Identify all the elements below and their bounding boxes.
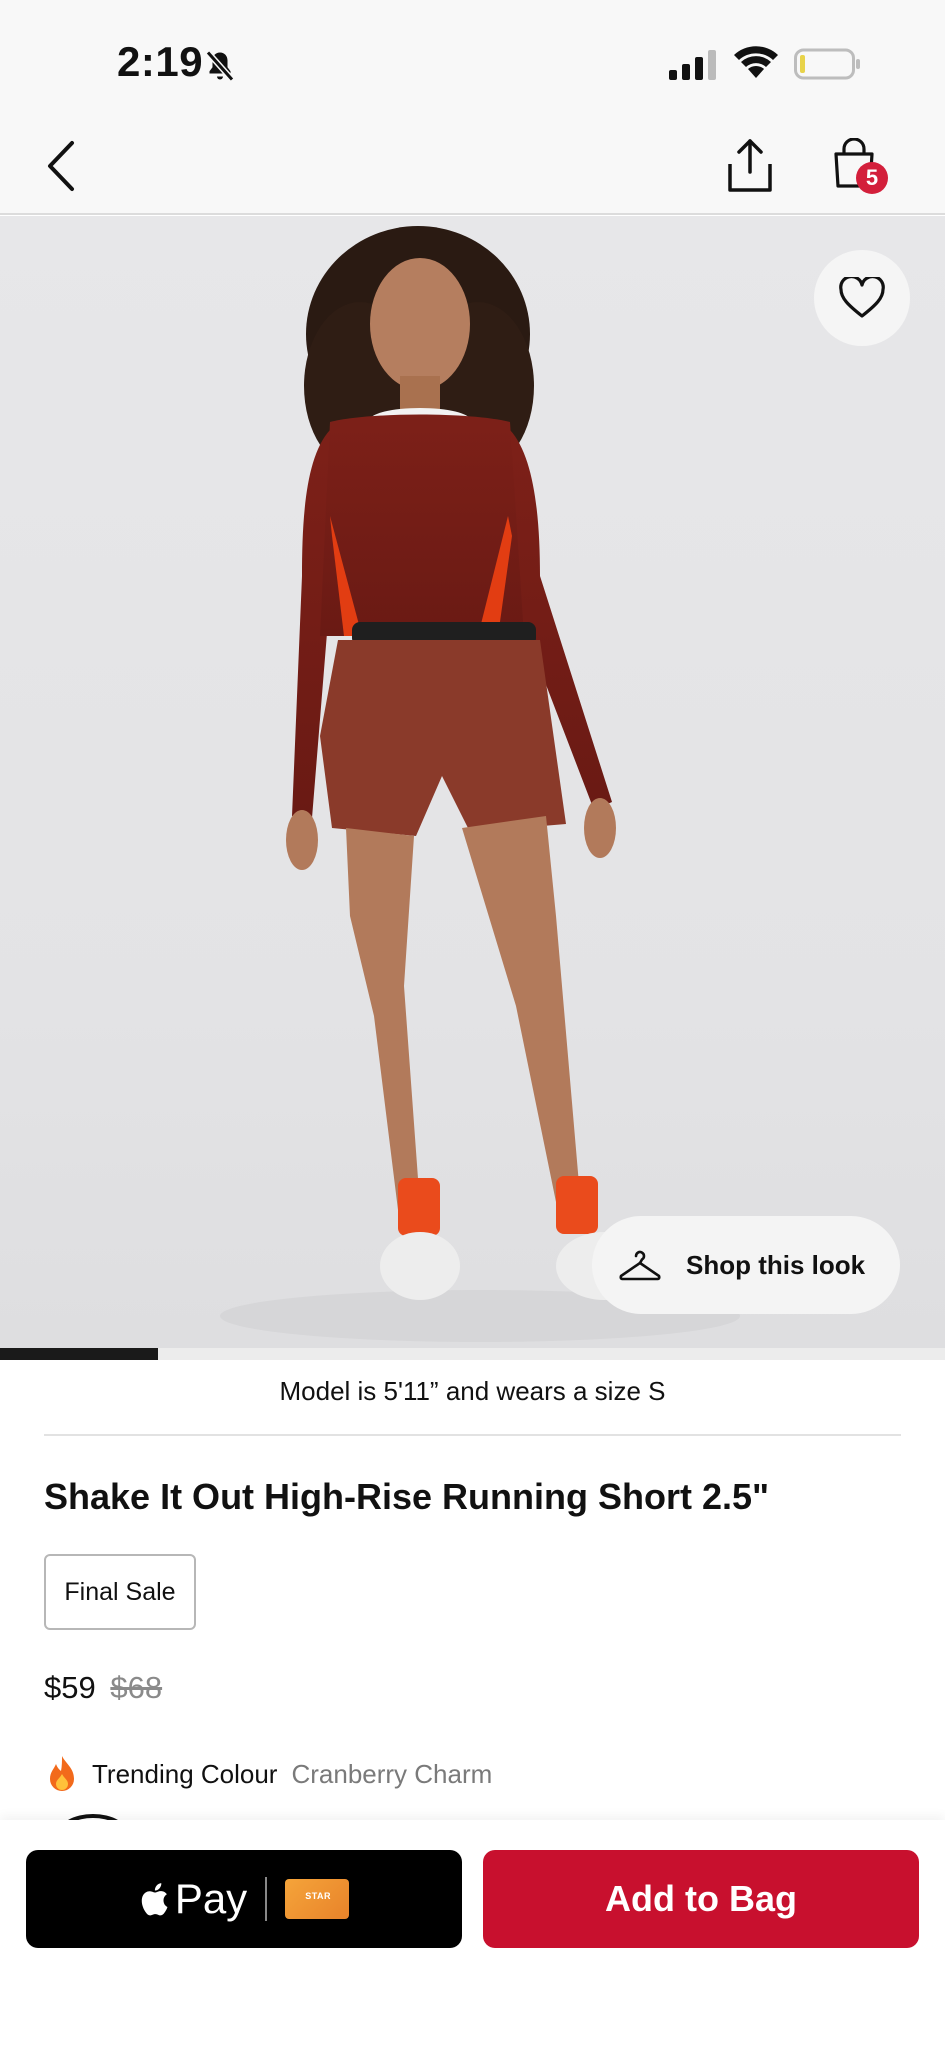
shop-this-look-button[interactable]: Shop this look xyxy=(592,1216,900,1314)
product-photo xyxy=(220,226,740,1342)
flame-icon xyxy=(50,1756,74,1791)
carousel-progress xyxy=(0,1348,945,1360)
cellular-signal-icon xyxy=(669,50,716,80)
bottom-action-bar: Pay STAR Add to Bag xyxy=(0,1820,945,2048)
apple-pay-button[interactable]: Pay STAR xyxy=(26,1850,462,1948)
status-bar: 2:19 xyxy=(0,0,945,120)
shopping-bag-button[interactable]: 5 xyxy=(830,134,890,198)
heart-outline-icon xyxy=(839,277,885,318)
bag-count-badge: 5 xyxy=(856,162,888,194)
share-button[interactable] xyxy=(720,134,780,198)
wishlist-button[interactable] xyxy=(814,250,910,346)
model-note: Model is 5'11” and wears a size S xyxy=(279,1376,666,1406)
back-button[interactable] xyxy=(36,136,86,196)
product-title: Shake It Out High-Rise Running Short 2.5… xyxy=(44,1476,770,1517)
apple-logo-icon xyxy=(141,1883,168,1916)
bell-slash-icon xyxy=(205,50,235,82)
final-sale-badge: Final Sale xyxy=(44,1554,196,1630)
card-thumb-text: STAR xyxy=(305,1891,332,1901)
chevron-left-icon xyxy=(48,141,74,191)
share-icon xyxy=(728,139,772,192)
shop-this-look-label: Shop this look xyxy=(686,1249,866,1280)
trending-colour-label: Trending Colour xyxy=(92,1758,278,1789)
add-to-bag-button[interactable]: Add to Bag xyxy=(483,1850,919,1948)
status-time: 2:19 xyxy=(117,38,204,85)
wifi-icon xyxy=(734,46,778,78)
price-row: $59 $68 xyxy=(44,1670,162,1706)
trending-colour-value: Cranberry Charm xyxy=(291,1758,493,1789)
original-price: $68 xyxy=(110,1670,163,1705)
battery-low-icon xyxy=(794,48,860,80)
nav-bar: 5 xyxy=(0,120,945,215)
payment-card-thumbnail: STAR xyxy=(285,1879,350,1919)
product-image-carousel[interactable]: Shop this look xyxy=(0,216,945,1350)
hanger-icon xyxy=(619,1250,661,1281)
carousel-progress-fill xyxy=(0,1348,158,1360)
trending-colour-row: Trending Colour Cranberry Charm xyxy=(44,1754,492,1794)
apple-pay-label: Pay xyxy=(174,1875,248,1922)
separator xyxy=(265,1877,268,1921)
divider xyxy=(44,1434,901,1436)
current-price: $59 xyxy=(44,1670,96,1705)
